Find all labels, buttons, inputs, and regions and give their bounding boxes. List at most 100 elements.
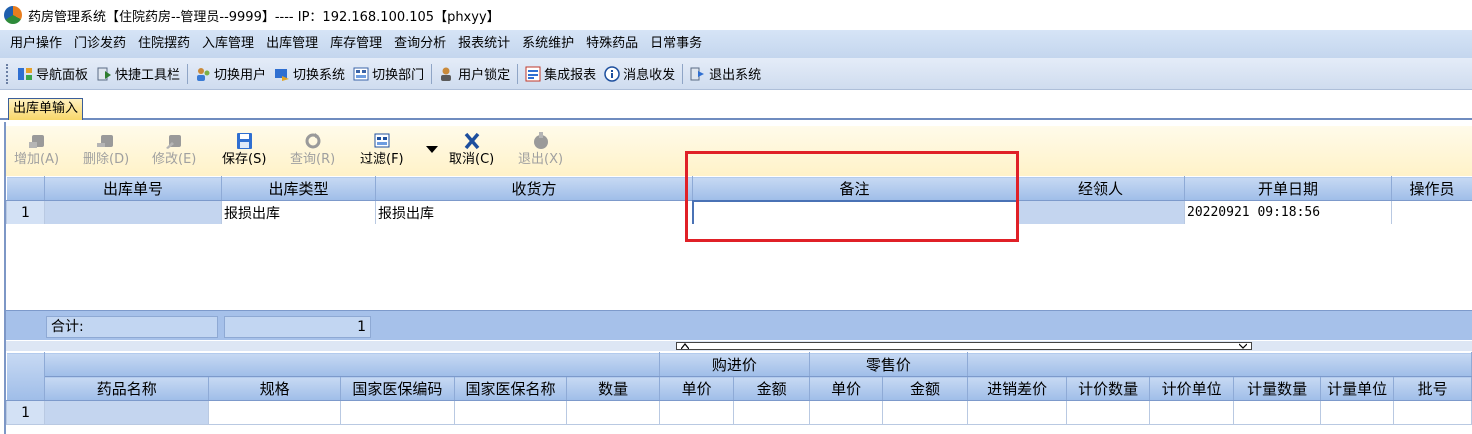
col-out-type[interactable]: 出库类型 — [221, 176, 376, 201]
switch-user-icon — [195, 66, 211, 82]
nav-panel-label: 导航面板 — [36, 68, 89, 83]
operator-cell[interactable] — [1391, 200, 1472, 225]
col-pricing-unit[interactable]: 计价单位 — [1148, 376, 1235, 401]
col-batch-no[interactable]: 批号 — [1393, 376, 1472, 401]
filter-dropdown-arrow-icon[interactable] — [426, 146, 438, 154]
menu-system-maintenance[interactable]: 系统维护 — [516, 32, 580, 56]
col-measure-unit[interactable]: 计量单位 — [1319, 376, 1395, 401]
col-handler[interactable]: 经领人 — [1016, 176, 1185, 201]
drug-name-cell[interactable] — [44, 400, 210, 425]
col-pricing-qty[interactable]: 计价数量 — [1066, 376, 1150, 401]
col-insurance-code[interactable]: 国家医保编码 — [340, 376, 455, 401]
menu-stock-out[interactable]: 出库管理 — [260, 32, 324, 56]
user-lock-button[interactable]: 用户锁定 — [435, 62, 514, 86]
switch-dept-button[interactable]: 切换部门 — [349, 62, 428, 86]
table-row[interactable]: 1 报损出库 报损出库 20220921 09:18:56 — [6, 199, 1472, 226]
insurance-name-cell[interactable] — [453, 400, 568, 425]
menu-user-ops[interactable]: 用户操作 — [4, 32, 68, 56]
batch-no-cell[interactable] — [1393, 400, 1472, 425]
query-button[interactable]: 查询(R) — [290, 132, 335, 168]
master-grid-empty-area — [6, 224, 1472, 310]
tab-stock-out-input[interactable]: 出库单输入 — [8, 98, 84, 120]
col-purchase-unit-price[interactable]: 单价 — [658, 376, 735, 401]
insurance-code-cell[interactable] — [340, 400, 455, 425]
exit-system-label: 退出系统 — [709, 68, 762, 83]
menu-stock-in[interactable]: 入库管理 — [196, 32, 260, 56]
col-quantity[interactable]: 数量 — [566, 376, 660, 401]
open-date-cell[interactable]: 20220921 09:18:56 — [1184, 200, 1392, 225]
exit-circle-icon — [533, 132, 548, 149]
menu-special-drugs[interactable]: 特殊药品 — [580, 32, 644, 56]
save-button[interactable]: 保存(S) — [222, 132, 266, 168]
col-purchase-amount[interactable]: 金额 — [733, 376, 810, 401]
pricing-unit-cell[interactable] — [1148, 400, 1235, 425]
measure-unit-cell[interactable] — [1319, 400, 1395, 425]
collapse-down-icon — [1239, 343, 1247, 349]
purchase-amount-cell[interactable] — [733, 400, 810, 425]
col-retail-amount[interactable]: 金额 — [882, 376, 968, 401]
purchase-unit-price-cell[interactable] — [658, 400, 735, 425]
delete-button[interactable]: 删除(D) — [83, 132, 129, 168]
filter-button[interactable]: 过滤(F) — [360, 132, 404, 168]
remark-cell[interactable] — [691, 199, 1018, 226]
col-drug-name[interactable]: 药品名称 — [44, 376, 210, 401]
retail-unit-price-cell[interactable] — [808, 400, 884, 425]
switch-user-button[interactable]: 切换用户 — [191, 62, 270, 86]
row-number[interactable]: 1 — [5, 400, 46, 425]
exit-button[interactable]: 退出(X) — [518, 132, 563, 168]
filter-label: 过滤(F) — [360, 152, 404, 167]
menu-reports[interactable]: 报表统计 — [452, 32, 516, 56]
spec-cell[interactable] — [208, 400, 342, 425]
out-type-cell[interactable]: 报损出库 — [221, 200, 376, 225]
col-insurance-name[interactable]: 国家医保名称 — [453, 376, 568, 401]
menu-inventory[interactable]: 库存管理 — [324, 32, 388, 56]
col-measure-qty[interactable]: 计量数量 — [1233, 376, 1321, 401]
table-row[interactable]: 1 — [5, 400, 1472, 425]
quantity-cell[interactable] — [566, 400, 660, 425]
message-button[interactable]: 消息收发 — [600, 62, 679, 86]
menu-outpatient-dispense[interactable]: 门诊发药 — [68, 32, 132, 56]
row-number[interactable]: 1 — [6, 200, 45, 225]
splitter[interactable] — [6, 341, 1472, 351]
document-tab-strip: 出库单输入 — [0, 90, 1472, 120]
measure-qty-cell[interactable] — [1233, 400, 1321, 425]
pricing-qty-cell[interactable] — [1066, 400, 1150, 425]
switch-dept-label: 切换部门 — [372, 68, 425, 83]
drug-detail-grid: 购进价 零售价 药品名称 规格 国家医保编码 国家医保名称 数量 单价 金额 单… — [5, 352, 1472, 425]
exit-icon — [690, 66, 706, 82]
add-button[interactable]: 增加(A) — [14, 132, 59, 168]
exit-system-button[interactable]: 退出系统 — [686, 62, 765, 86]
col-price-difference[interactable]: 进销差价 — [966, 376, 1068, 401]
report-icon — [525, 66, 541, 82]
order-no-cell[interactable] — [44, 200, 222, 225]
col-retail-unit-price[interactable]: 单价 — [808, 376, 884, 401]
handler-cell[interactable] — [1016, 200, 1185, 225]
integrated-report-button[interactable]: 集成报表 — [521, 62, 600, 86]
col-order-no[interactable]: 出库单号 — [44, 176, 222, 201]
col-receiver[interactable]: 收货方 — [375, 176, 693, 201]
action-bar: 增加(A) 删除(D) 修改(E) 保存(S) 查询(R) 过滤(F) 取消(C… — [6, 126, 1472, 176]
edit-button[interactable]: 修改(E) — [152, 132, 196, 168]
cancel-label: 取消(C) — [449, 152, 495, 167]
query-label: 查询(R) — [290, 152, 336, 167]
summary-label: 合计: — [46, 316, 218, 338]
toolbar-grip[interactable] — [6, 63, 10, 84]
col-operator[interactable]: 操作员 — [1391, 176, 1472, 201]
cancel-button[interactable]: 取消(C) — [449, 132, 494, 168]
exit-label: 退出(X) — [518, 152, 564, 167]
col-spec[interactable]: 规格 — [208, 376, 342, 401]
switch-system-button[interactable]: 切换系统 — [270, 62, 349, 86]
col-open-date[interactable]: 开单日期 — [1184, 176, 1392, 201]
menu-bar: 用户操作 门诊发药 住院摆药 入库管理 出库管理 库存管理 查询分析 报表统计 … — [0, 30, 1472, 58]
splitter-handle[interactable] — [676, 342, 1252, 350]
menu-inpatient-dispense[interactable]: 住院摆药 — [132, 32, 196, 56]
menu-daily-affairs[interactable]: 日常事务 — [644, 32, 708, 56]
quick-toolbar-button[interactable]: 快捷工具栏 — [92, 62, 184, 86]
retail-amount-cell[interactable] — [882, 400, 968, 425]
col-remark[interactable]: 备注 — [692, 176, 1017, 201]
menu-query-analysis[interactable]: 查询分析 — [388, 32, 452, 56]
nav-panel-button[interactable]: 导航面板 — [13, 62, 92, 86]
save-icon — [237, 133, 253, 149]
price-difference-cell[interactable] — [966, 400, 1068, 425]
receiver-cell[interactable]: 报损出库 — [375, 200, 693, 225]
